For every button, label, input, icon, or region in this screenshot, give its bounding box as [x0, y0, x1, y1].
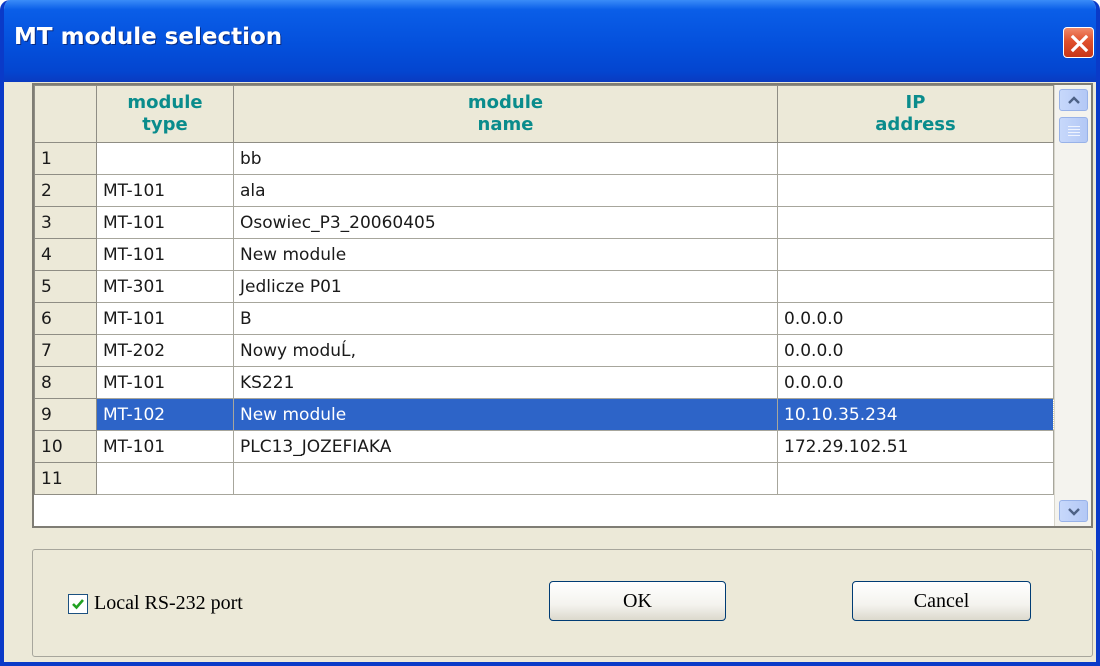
- module-name-cell[interactable]: ala: [233, 174, 778, 207]
- ip-address-cell[interactable]: 10.10.35.234: [777, 398, 1054, 431]
- module-name-cell[interactable]: New module: [233, 238, 778, 271]
- table-row[interactable]: 8 MT-101 KS221 0.0.0.0: [34, 366, 1054, 399]
- table-row[interactable]: 5 MT-301 Jedlicze P01: [34, 270, 1054, 303]
- module-name-cell[interactable]: [233, 462, 778, 495]
- table-row[interactable]: 2 MT-101 ala: [34, 174, 1054, 207]
- module-type-cell[interactable]: MT-101: [96, 430, 234, 463]
- check-icon: [72, 599, 84, 610]
- header-module-name[interactable]: module name: [233, 85, 778, 143]
- ip-address-cell[interactable]: [777, 206, 1054, 239]
- module-table: module type module name IP address 1 bb 2 M…: [34, 85, 1054, 495]
- scroll-up-button[interactable]: [1059, 89, 1088, 111]
- module-name-cell[interactable]: KS221: [233, 366, 778, 399]
- ok-button[interactable]: OK: [549, 581, 726, 621]
- module-name-cell[interactable]: PLC13_JOZEFIAKA: [233, 430, 778, 463]
- header-label: type: [142, 114, 188, 135]
- module-name-cell[interactable]: Nowy moduĹ‚: [233, 334, 778, 367]
- module-type-cell[interactable]: [96, 142, 234, 175]
- row-number-cell[interactable]: 11: [34, 462, 97, 495]
- ip-address-cell[interactable]: 0.0.0.0: [777, 366, 1054, 399]
- row-number-cell[interactable]: 4: [34, 238, 97, 271]
- chevron-up-icon: [1068, 96, 1080, 104]
- window-title: MT module selection: [14, 24, 283, 50]
- header-module-type[interactable]: module type: [96, 85, 234, 143]
- table-row[interactable]: 11: [34, 462, 1054, 495]
- vertical-scrollbar[interactable]: [1054, 85, 1091, 526]
- header-label: IP: [905, 92, 926, 113]
- row-number-cell[interactable]: 6: [34, 302, 97, 335]
- module-name-cell[interactable]: Osowiec_P3_20060405: [233, 206, 778, 239]
- row-number-cell[interactable]: 10: [34, 430, 97, 463]
- ip-address-cell[interactable]: [777, 142, 1054, 175]
- header-corner[interactable]: [34, 85, 97, 143]
- module-type-cell[interactable]: MT-101: [96, 238, 234, 271]
- table-row[interactable]: 3 MT-101 Osowiec_P3_20060405: [34, 206, 1054, 239]
- module-type-cell[interactable]: [96, 462, 234, 495]
- dialog-window: MT module selection module type module n…: [0, 0, 1100, 666]
- scroll-thumb[interactable]: [1059, 117, 1088, 143]
- module-grid: module type module name IP address 1 bb 2 M…: [32, 83, 1093, 528]
- module-type-cell[interactable]: MT-202: [96, 334, 234, 367]
- module-type-cell[interactable]: MT-101: [96, 206, 234, 239]
- row-number-cell[interactable]: 8: [34, 366, 97, 399]
- header-ip-address[interactable]: IP address: [777, 85, 1054, 143]
- module-type-cell[interactable]: MT-301: [96, 270, 234, 303]
- row-number-cell[interactable]: 1: [34, 142, 97, 175]
- scroll-down-button[interactable]: [1059, 500, 1088, 522]
- module-name-cell[interactable]: B: [233, 302, 778, 335]
- module-type-cell[interactable]: MT-101: [96, 174, 234, 207]
- module-name-cell[interactable]: Jedlicze P01: [233, 270, 778, 303]
- ip-address-cell[interactable]: [777, 462, 1054, 495]
- row-number-cell[interactable]: 2: [34, 174, 97, 207]
- chevron-down-icon: [1068, 508, 1080, 516]
- close-icon: [1070, 34, 1089, 53]
- ip-address-cell[interactable]: 0.0.0.0: [777, 334, 1054, 367]
- module-type-cell[interactable]: MT-101: [96, 366, 234, 399]
- table-row[interactable]: 10 MT-101 PLC13_JOZEFIAKA 172.29.102.51: [34, 430, 1054, 463]
- local-rs232-checkbox[interactable]: [68, 594, 88, 614]
- module-type-cell[interactable]: MT-102: [96, 398, 234, 431]
- ip-address-cell[interactable]: [777, 238, 1054, 271]
- ip-address-cell[interactable]: [777, 174, 1054, 207]
- title-bar[interactable]: MT module selection: [4, 0, 1096, 82]
- options-panel: Local RS-232 port OK Cancel: [32, 549, 1093, 657]
- header-label: name: [477, 114, 534, 135]
- ip-address-cell[interactable]: 0.0.0.0: [777, 302, 1054, 335]
- module-type-cell[interactable]: MT-101: [96, 302, 234, 335]
- table-row[interactable]: 4 MT-101 New module: [34, 238, 1054, 271]
- cancel-button[interactable]: Cancel: [852, 581, 1031, 621]
- table-row[interactable]: 1 bb: [34, 142, 1054, 175]
- module-name-cell[interactable]: New module: [233, 398, 778, 431]
- ip-address-cell[interactable]: [777, 270, 1054, 303]
- ip-address-cell[interactable]: 172.29.102.51: [777, 430, 1054, 463]
- row-number-cell[interactable]: 3: [34, 206, 97, 239]
- table-row[interactable]: 6 MT-101 B 0.0.0.0: [34, 302, 1054, 335]
- header-label: module: [467, 92, 544, 113]
- close-button[interactable]: [1063, 27, 1094, 58]
- header-label: module: [127, 92, 203, 113]
- row-number-cell[interactable]: 7: [34, 334, 97, 367]
- row-number-cell[interactable]: 9: [34, 398, 97, 431]
- table-header-row: module type module name IP address: [34, 85, 1054, 143]
- row-number-cell[interactable]: 5: [34, 270, 97, 303]
- local-rs232-label[interactable]: Local RS-232 port: [94, 592, 243, 615]
- header-label: address: [875, 114, 956, 135]
- table-row[interactable]: 9 MT-102 New module 10.10.35.234: [34, 398, 1054, 431]
- table-row[interactable]: 7 MT-202 Nowy moduĹ‚ 0.0.0.0: [34, 334, 1054, 367]
- module-name-cell[interactable]: bb: [233, 142, 778, 175]
